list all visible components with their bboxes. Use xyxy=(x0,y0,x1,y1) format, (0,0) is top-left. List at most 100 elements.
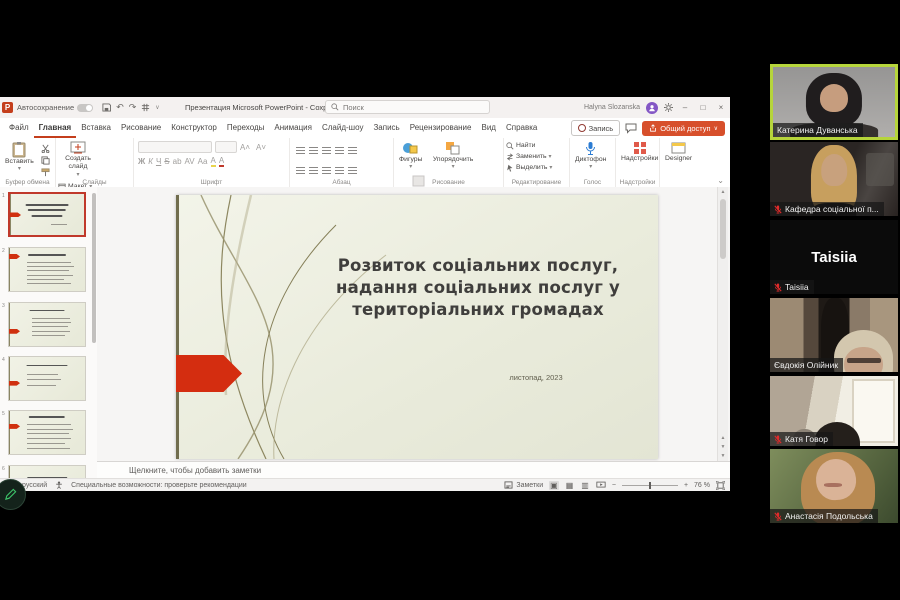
dictate-button[interactable]: Диктофон▾ xyxy=(572,140,609,173)
shrink-font-icon[interactable]: A˅ xyxy=(256,143,266,152)
account-name[interactable]: Halyna Slozanska xyxy=(584,104,640,111)
zoom-out-button[interactable]: − xyxy=(612,482,616,489)
italic-button[interactable]: К xyxy=(148,157,153,166)
scroll-up-icon[interactable]: ▲ xyxy=(721,189,726,195)
indent-decrease-icon[interactable] xyxy=(322,147,331,154)
grid-icon[interactable] xyxy=(141,103,150,112)
designer-button[interactable]: Designer xyxy=(662,140,695,164)
char-spacing-button[interactable]: AV xyxy=(185,157,195,166)
save-icon[interactable] xyxy=(102,103,111,112)
font-color-button[interactable]: А xyxy=(219,156,224,167)
fit-slide-icon[interactable] xyxy=(716,481,725,490)
change-case-button[interactable]: Аа xyxy=(198,157,208,166)
next-slide-icon[interactable]: ▼ xyxy=(721,444,726,450)
tab-draw[interactable]: Рисование xyxy=(116,118,166,138)
panel-scrollbar[interactable] xyxy=(92,193,96,343)
participant-tile-6[interactable]: Анастасія Подольська xyxy=(770,449,898,523)
zoom-slider-thumb[interactable] xyxy=(649,482,652,489)
undo-icon[interactable]: ↶ xyxy=(116,102,124,113)
cut-icon[interactable] xyxy=(41,144,50,153)
align-left-icon[interactable] xyxy=(296,167,305,174)
tab-view[interactable]: Вид xyxy=(476,118,500,138)
previous-slide-icon[interactable]: ▲ xyxy=(721,435,726,441)
text-shadow-button[interactable]: ab xyxy=(173,157,182,166)
select-button[interactable]: Выделить▾ xyxy=(506,162,567,173)
indent-increase-icon[interactable] xyxy=(335,147,344,154)
scroll-down-icon[interactable]: ▼ xyxy=(721,453,726,459)
tab-animations[interactable]: Анимация xyxy=(269,118,317,138)
language-status[interactable]: русский xyxy=(22,482,47,489)
zoom-slider[interactable] xyxy=(622,485,678,486)
search-box[interactable]: Поиск xyxy=(325,100,490,114)
qat-dropdown-icon[interactable]: ∨ xyxy=(155,104,159,111)
addins-button[interactable]: Надстройки xyxy=(618,140,661,164)
slide-thumbnail-4[interactable]: 4 xyxy=(8,356,86,401)
normal-view-button[interactable]: ▣ xyxy=(549,481,559,490)
replace-button[interactable]: Заменить▾ xyxy=(506,151,567,162)
paste-button[interactable]: Вставить▾ xyxy=(2,140,37,175)
autosave-toggle[interactable] xyxy=(77,104,93,112)
bold-button[interactable]: Ж xyxy=(138,157,145,166)
tab-review[interactable]: Рецензирование xyxy=(405,118,477,138)
share-button[interactable]: Общий доступ∨ xyxy=(642,121,725,136)
grow-font-icon[interactable]: A˄ xyxy=(240,143,250,152)
bullets-icon[interactable] xyxy=(296,147,305,154)
font-name-box[interactable] xyxy=(138,141,212,153)
format-painter-icon[interactable] xyxy=(41,168,50,177)
slide-title[interactable]: Розвиток соціальних послуг, надання соці… xyxy=(282,255,658,320)
reading-view-button[interactable]: ▥ xyxy=(580,481,590,490)
comments-icon[interactable] xyxy=(625,123,637,134)
editor-scrollbar[interactable]: ▲ ▲ ▼ ▼ xyxy=(717,187,728,461)
scrollbar-thumb[interactable] xyxy=(720,199,726,259)
slide-thumbnail-6[interactable]: 6 xyxy=(8,465,86,478)
slide-thumbnail-2[interactable]: 2 xyxy=(8,247,86,292)
participant-tile-5[interactable]: Катя Говор xyxy=(770,376,898,446)
record-button[interactable]: Запись xyxy=(571,120,621,136)
notes-toggle-button[interactable]: Заметки xyxy=(504,481,543,489)
numbering-icon[interactable] xyxy=(309,147,318,154)
tab-help[interactable]: Справка xyxy=(501,118,542,138)
slide-thumbnail-5[interactable]: 5 xyxy=(8,410,86,455)
underline-button[interactable]: Ч xyxy=(156,157,161,166)
participant-tile-4[interactable]: Євдокія Олійник xyxy=(770,298,898,372)
align-center-icon[interactable] xyxy=(309,167,318,174)
slideshow-view-button[interactable] xyxy=(596,481,606,489)
accessibility-status[interactable]: Специальные возможности: проверьте реком… xyxy=(71,482,247,489)
slide-sorter-view-button[interactable]: ▦ xyxy=(565,481,575,490)
account-avatar[interactable] xyxy=(646,102,658,114)
justify-icon[interactable] xyxy=(335,167,344,174)
tab-design[interactable]: Конструктор xyxy=(166,118,222,138)
annotate-button[interactable] xyxy=(0,479,26,510)
arrange-button[interactable]: Упорядочить▾ xyxy=(430,140,476,173)
new-slide-button[interactable]: Создать слайд▾ xyxy=(58,140,98,180)
participant-tile-1[interactable]: Катерина Дуванська xyxy=(770,64,898,140)
shapes-button[interactable]: Фигуры▾ xyxy=(396,140,425,173)
zoom-percent[interactable]: 76 % xyxy=(694,482,710,489)
tab-transitions[interactable]: Переходы xyxy=(222,118,270,138)
align-right-icon[interactable] xyxy=(322,167,331,174)
highlight-color-button[interactable]: А xyxy=(211,156,216,167)
tab-insert[interactable]: Вставка xyxy=(76,118,116,138)
find-button[interactable]: Найти xyxy=(506,140,567,151)
strikethrough-button[interactable]: S xyxy=(164,157,169,166)
maximize-button[interactable]: □ xyxy=(697,103,709,112)
columns-icon[interactable] xyxy=(348,167,357,174)
tab-home[interactable]: Главная xyxy=(34,118,77,138)
tab-slideshow[interactable]: Слайд-шоу xyxy=(317,118,368,138)
collapse-ribbon-icon[interactable]: ⌄ xyxy=(717,176,724,185)
line-spacing-icon[interactable] xyxy=(348,147,357,154)
slide-canvas[interactable]: Розвиток соціальних послуг, надання соці… xyxy=(176,195,658,459)
notes-pane[interactable]: Щелкните, чтобы добавить заметки xyxy=(97,461,730,478)
zoom-in-button[interactable]: + xyxy=(684,482,688,489)
gear-icon[interactable] xyxy=(664,103,673,112)
slide-thumbnail-3[interactable]: 3 xyxy=(8,302,86,347)
redo-icon[interactable]: ↷ xyxy=(129,102,137,113)
close-button[interactable]: × xyxy=(715,103,727,112)
tab-file[interactable]: Файл xyxy=(4,118,34,138)
copy-icon[interactable] xyxy=(41,156,50,165)
participant-tile-3[interactable]: Taisiia Taisiia xyxy=(770,220,898,294)
slide-date[interactable]: листопад, 2023 xyxy=(456,373,616,382)
slide-thumbnail-1[interactable]: 1 xyxy=(8,192,86,237)
participant-tile-2[interactable]: Кафедра соціальної п... xyxy=(770,142,898,216)
tab-record[interactable]: Запись xyxy=(368,118,404,138)
